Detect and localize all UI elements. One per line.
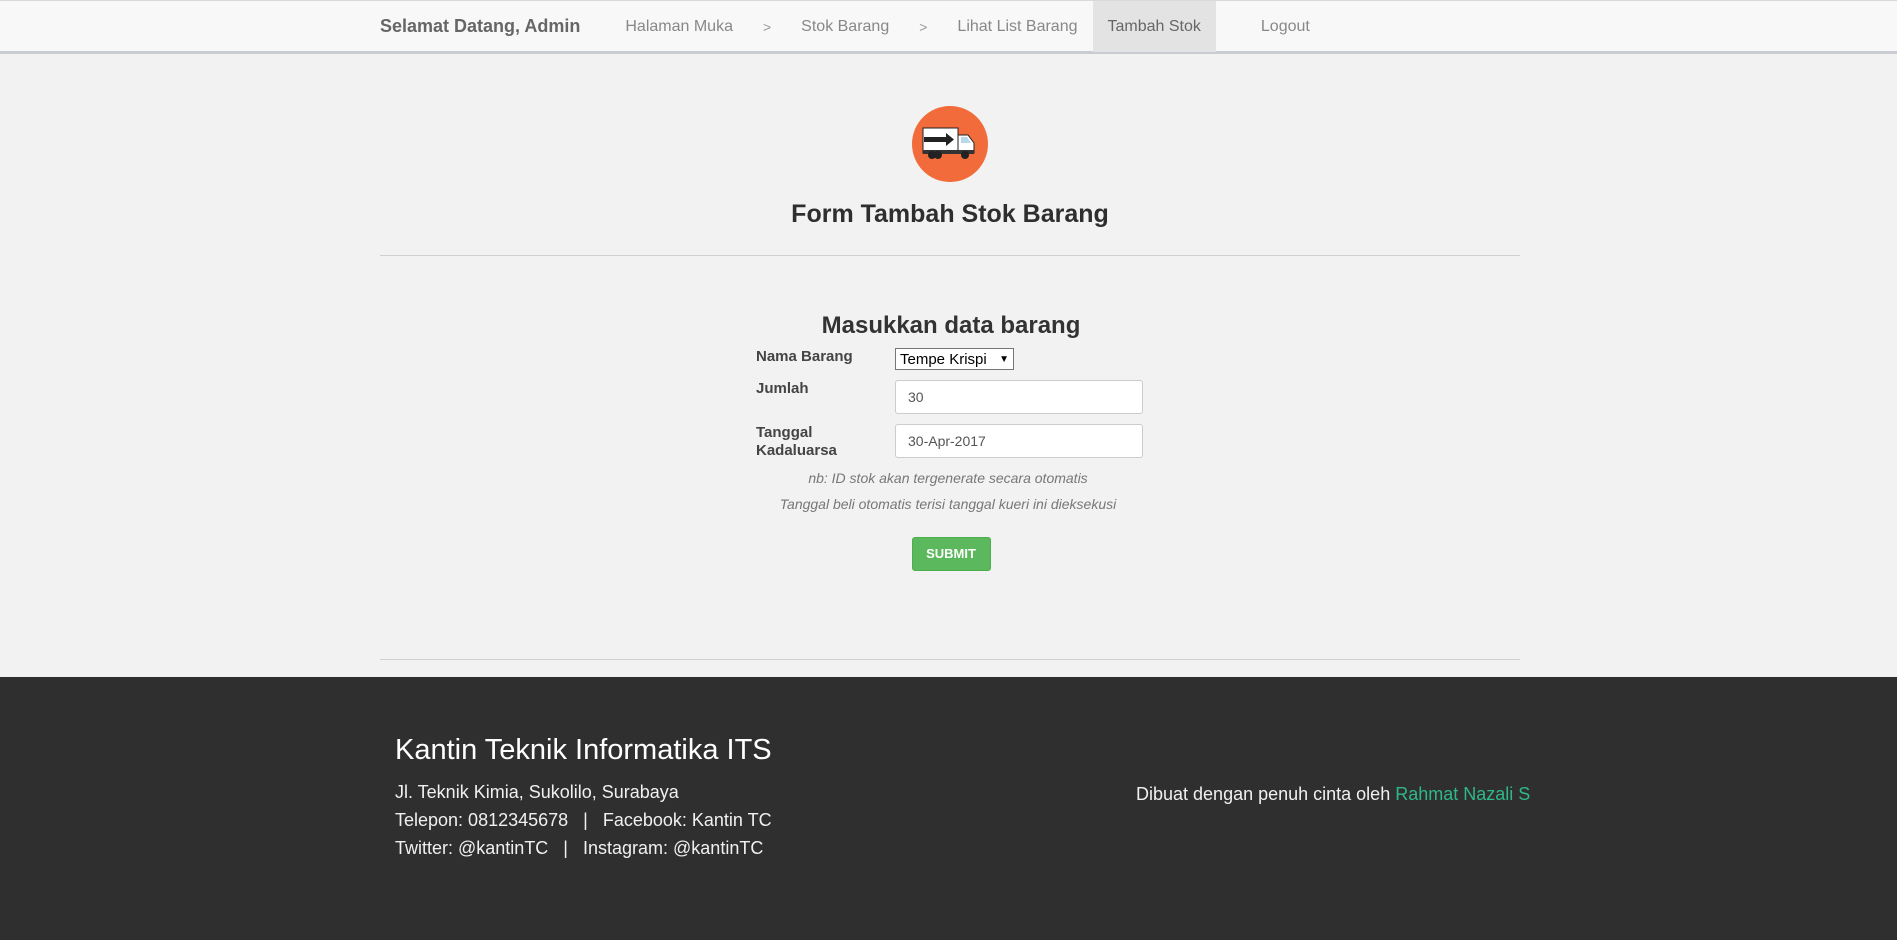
top-navbar: Selamat Datang, Admin Halaman Muka > Sto… [0, 0, 1897, 54]
logout-link[interactable]: Logout [1246, 1, 1325, 52]
note-id-stok: nb: ID stok akan tergenerate secara otom… [808, 470, 1088, 486]
author-link[interactable]: Rahmat Nazali S [1395, 784, 1530, 804]
tanggal-kadaluarsa-input[interactable]: 30-Apr-2017 [895, 424, 1143, 458]
nav-item-halaman-muka[interactable]: Halaman Muka [610, 1, 748, 52]
nav-separator: > [919, 18, 928, 35]
footer-credit-text: Dibuat dengan penuh cinta oleh [1136, 784, 1396, 804]
nav-item-stok-barang[interactable]: Stok Barang [786, 1, 904, 52]
tanggal-kadaluarsa-label: Tanggal Kadaluarsa [756, 424, 895, 460]
navbar-content: Selamat Datang, Admin Halaman Muka > Sto… [380, 1, 1325, 52]
form-row-jumlah: Jumlah 30 [756, 380, 1146, 414]
form-row-tanggal: Tanggal Kadaluarsa 30-Apr-2017 [756, 424, 1146, 460]
submit-button[interactable]: SUBMIT [911, 537, 991, 571]
footer-twitter-instagram: Twitter: @kantinTC | Instagram: @kantinT… [395, 838, 764, 858]
jumlah-input[interactable]: 30 [895, 380, 1143, 414]
stock-form: Masukkan data barang Nama Barang Tempe K… [756, 312, 1146, 571]
nav-separator: > [762, 18, 772, 35]
jumlah-label: Jumlah [756, 380, 809, 397]
navbar-brand[interactable]: Selamat Datang, Admin [380, 16, 580, 37]
footer-address: Jl. Teknik Kimia, Sukolilo, Surabaya [395, 782, 679, 802]
tanggal-label-line2: Kadaluarsa [756, 442, 837, 459]
footer: Kantin Teknik Informatika ITS Jl. Teknik… [0, 677, 1897, 940]
nama-barang-value: Tempe Krispi [900, 350, 987, 368]
nav-item-lihat-list-barang[interactable]: Lihat List Barang [942, 1, 1092, 52]
nama-barang-select[interactable]: Tempe Krispi ▼ [895, 348, 1014, 370]
note-tanggal-beli: Tanggal beli otomatis terisi tanggal kue… [779, 496, 1117, 512]
dropdown-arrow-icon: ▼ [999, 353, 1009, 365]
divider [380, 255, 1520, 256]
footer-title: Kantin Teknik Informatika ITS [395, 734, 772, 766]
footer-contact: Jl. Teknik Kimia, Sukolilo, Surabaya Tel… [395, 778, 772, 862]
form-heading: Masukkan data barang [821, 312, 1081, 339]
nama-barang-label: Nama Barang [756, 348, 853, 365]
footer-phone-facebook: Telepon: 0812345678 | Facebook: Kantin T… [395, 810, 772, 830]
form-row-nama: Nama Barang Tempe Krispi ▼ [756, 348, 1146, 370]
page-title: Form Tambah Stok Barang [791, 200, 1109, 228]
footer-credit: Dibuat dengan penuh cinta oleh Rahmat Na… [1136, 784, 1530, 805]
divider [380, 659, 1520, 660]
nav-item-tambah-stok[interactable]: Tambah Stok [1092, 1, 1216, 52]
delivery-truck-icon [912, 106, 988, 182]
tanggal-label-line1: Tanggal [756, 424, 813, 441]
